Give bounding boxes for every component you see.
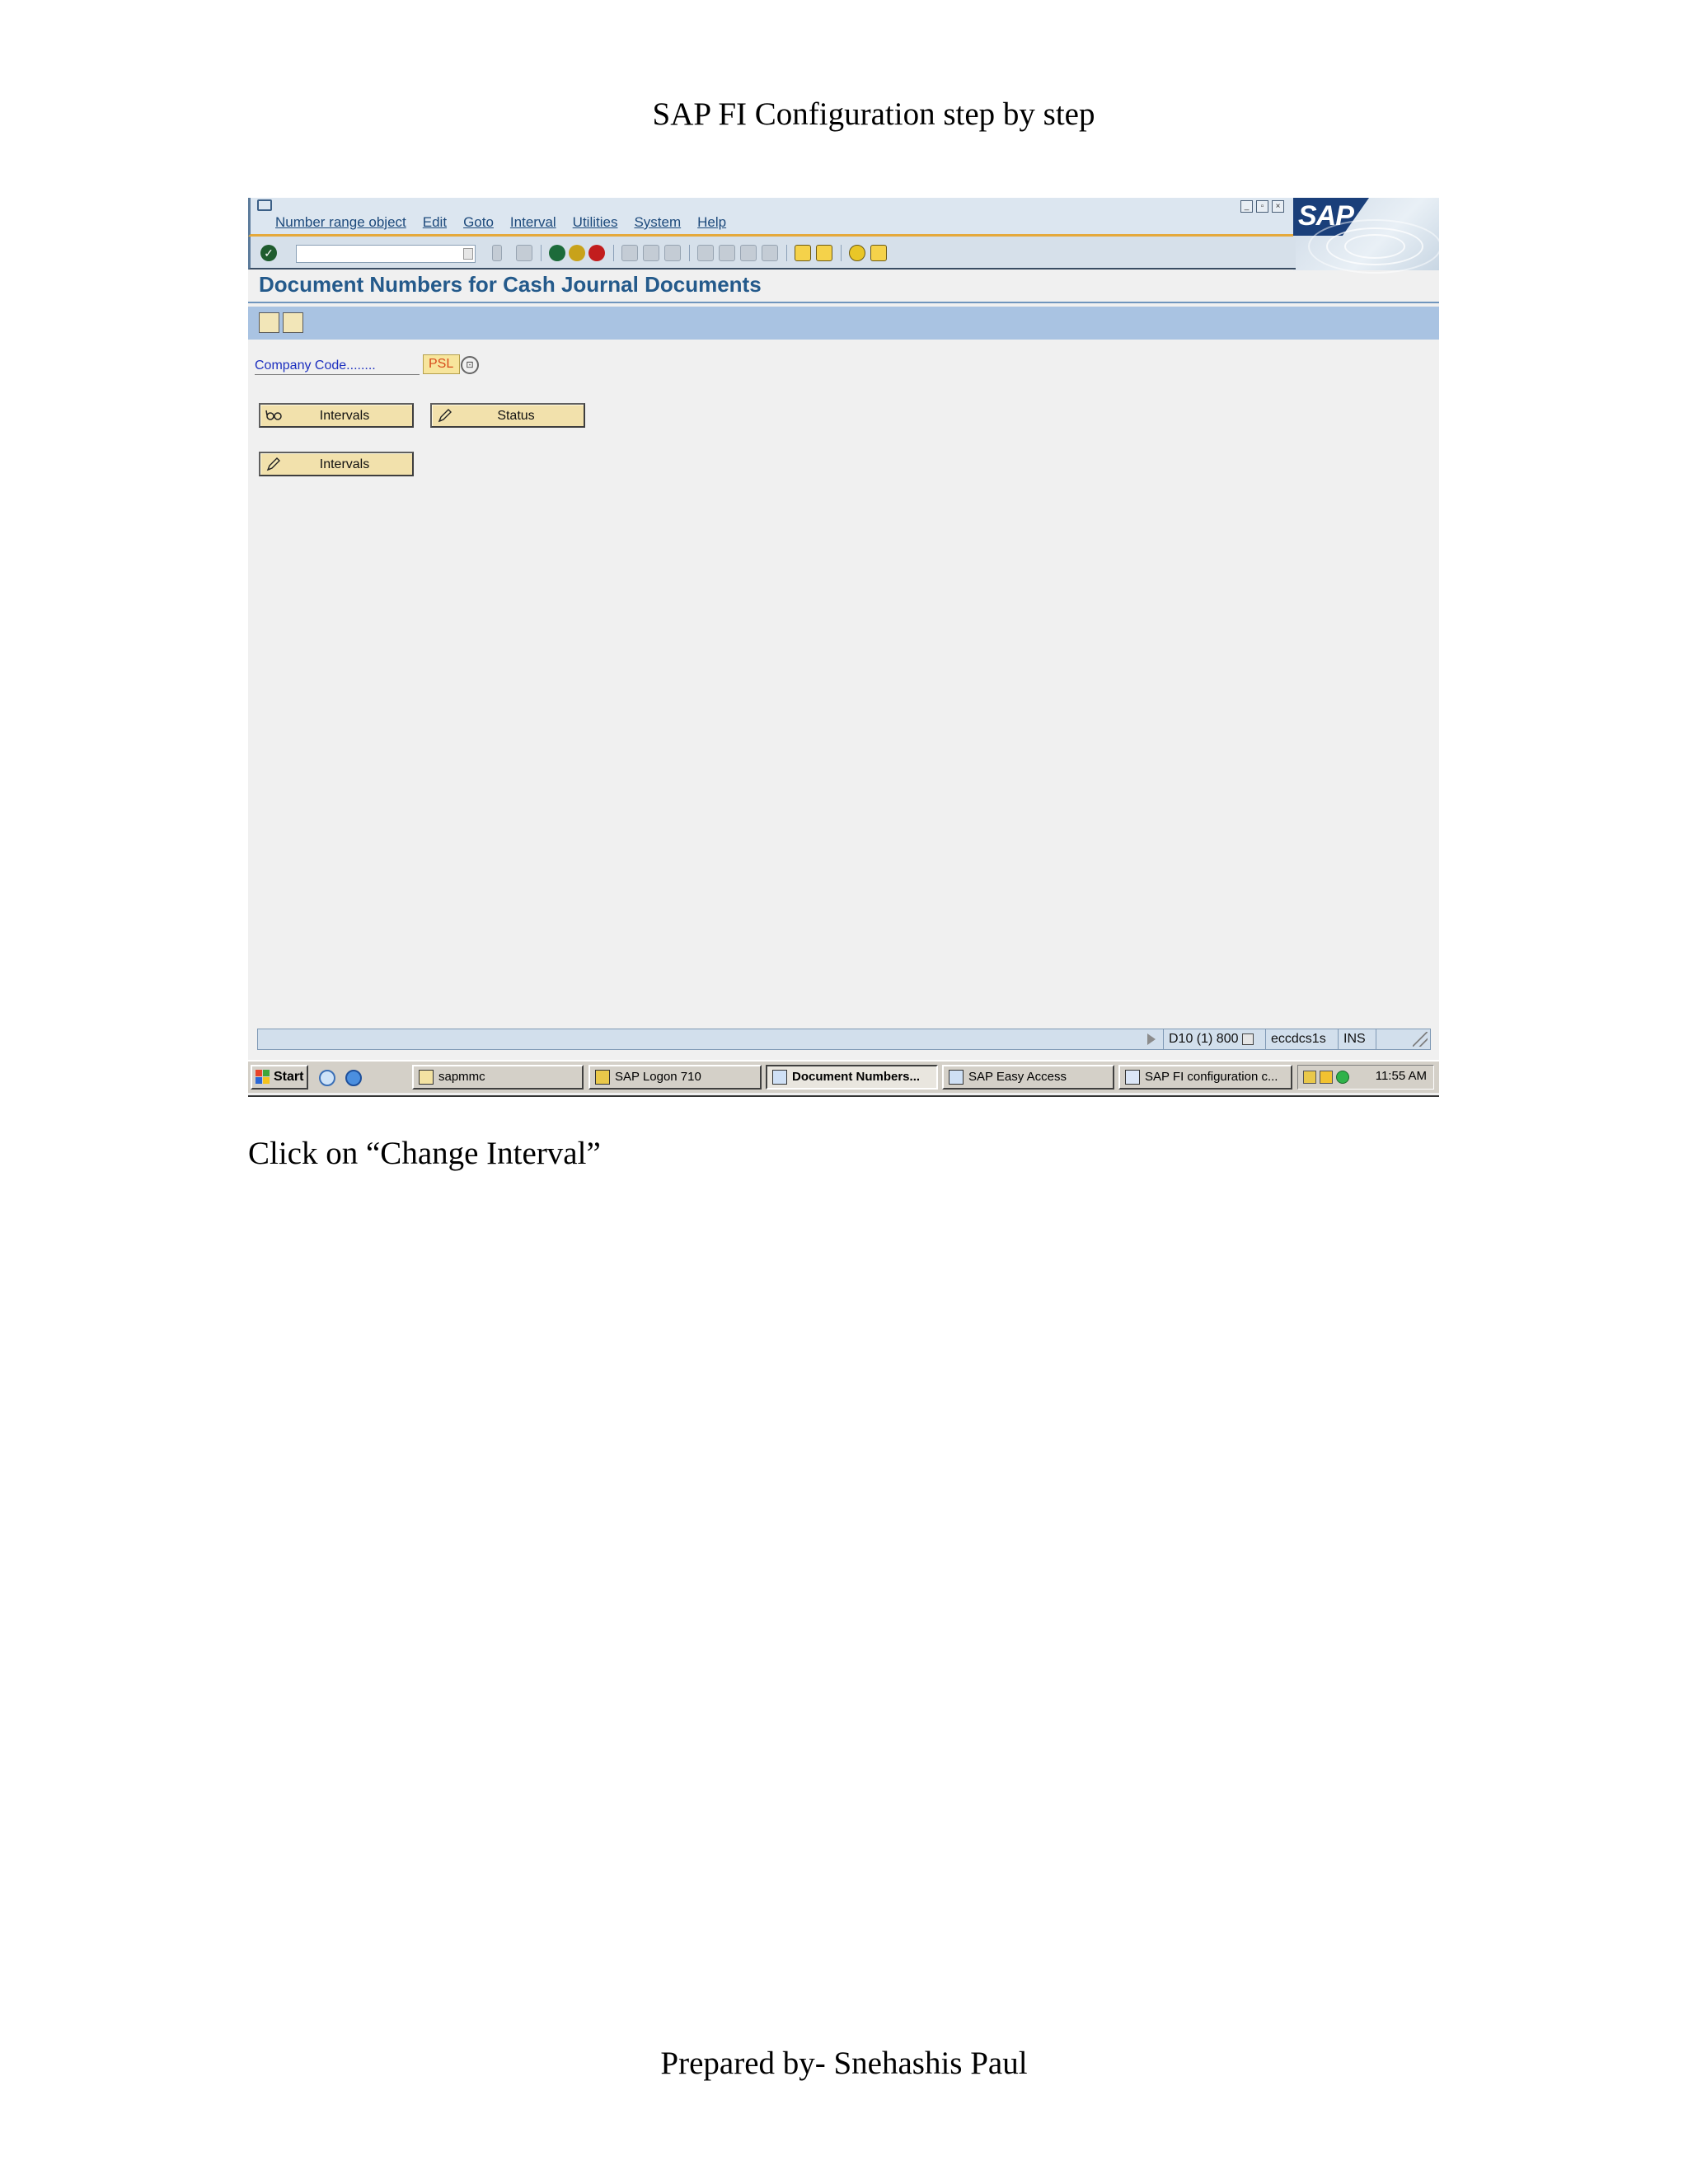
menu-goto[interactable]: Goto (463, 214, 494, 231)
task-sap-easy-access-label: SAP Easy Access (968, 1070, 1067, 1084)
close-button[interactable]: × (1272, 200, 1284, 213)
word-document-icon (1125, 1070, 1140, 1085)
status-bar: D10 (1) 800 eccdcs1s INS (257, 1029, 1431, 1050)
warning-tray-icon[interactable] (1320, 1071, 1333, 1084)
find-next-icon[interactable] (664, 245, 681, 261)
exit-icon[interactable] (569, 245, 585, 261)
enter-icon[interactable]: ✓ (260, 245, 277, 261)
start-label: Start (274, 1070, 304, 1084)
status-system: D10 (1) 800 (1169, 1032, 1239, 1046)
taskbar-clock: 11:55 AM (1375, 1069, 1427, 1083)
task-sap-fi-configuration[interactable]: SAP FI configuration c... (1118, 1065, 1292, 1090)
document-header: SAP FI Configuration step by step (652, 96, 1095, 132)
menu-bar: Number range object Edit Goto Interval U… (248, 198, 1439, 237)
start-button[interactable]: Start (251, 1065, 308, 1090)
menu-number-range-object[interactable]: Number range object (275, 214, 406, 231)
command-dropdown-icon[interactable] (463, 248, 473, 260)
create-session-icon[interactable] (795, 245, 811, 261)
task-document-numbers[interactable]: Document Numbers... (766, 1065, 938, 1090)
task-sap-logon[interactable]: SAP Logon 710 (588, 1065, 762, 1090)
network-tray-icon[interactable] (1336, 1071, 1349, 1084)
menu-system[interactable]: System (634, 214, 681, 231)
status-label: Status (497, 409, 535, 423)
save-icon[interactable] (516, 245, 532, 261)
company-code-input[interactable]: PSL (423, 354, 460, 374)
resize-grip-icon[interactable] (1413, 1032, 1428, 1047)
back-icon[interactable] (549, 245, 565, 261)
status-button[interactable]: Status (430, 403, 585, 428)
command-field[interactable] (296, 245, 476, 263)
document-footer: Prepared by- Snehashis Paul (660, 2046, 1028, 2081)
windows-logo-icon (256, 1070, 270, 1084)
task-sapmmc-label: sapmmc (438, 1070, 485, 1084)
collapse-arrow-icon[interactable] (492, 245, 502, 261)
change-intervals-button[interactable]: Intervals (259, 452, 414, 476)
cancel-icon[interactable] (588, 245, 605, 261)
copy-icon[interactable] (283, 312, 303, 333)
minimize-button[interactable]: _ (1240, 200, 1253, 213)
screen-title: Document Numbers for Cash Journal Docume… (259, 272, 762, 297)
status-server: eccdcs1s (1265, 1029, 1340, 1049)
sap-window-icon (949, 1070, 964, 1085)
windows-taskbar: Start sapmmc SAP Logon 710 Document Numb… (248, 1060, 1439, 1093)
internet-explorer-icon[interactable] (345, 1070, 362, 1086)
shortcut-icon[interactable] (816, 245, 832, 261)
company-code-label: Company Code........ (255, 359, 420, 375)
display-intervals-button[interactable]: Intervals (259, 403, 414, 428)
help-icon[interactable] (849, 245, 865, 261)
instruction-text: Click on “Change Interval” (248, 1136, 601, 1171)
change-intervals-label: Intervals (319, 457, 370, 471)
menu-edit[interactable]: Edit (423, 214, 447, 231)
maximize-button[interactable]: ▫ (1256, 200, 1268, 213)
display-intervals-label: Intervals (319, 409, 370, 423)
task-document-numbers-label: Document Numbers... (792, 1070, 921, 1084)
sap-tray-icon[interactable] (1303, 1071, 1316, 1084)
application-toolbar (248, 307, 1439, 340)
layout-menu-icon[interactable] (870, 245, 887, 261)
find-icon[interactable] (643, 245, 659, 261)
status-expand-icon[interactable] (1147, 1033, 1156, 1045)
print-icon[interactable] (621, 245, 638, 261)
possible-entries-icon[interactable]: ⊡ (461, 356, 479, 374)
system-info-icon[interactable] (1241, 1033, 1254, 1045)
menu-help[interactable]: Help (697, 214, 726, 231)
sapmmc-icon (419, 1070, 434, 1085)
menu-interval[interactable]: Interval (510, 214, 556, 231)
menu-utilities[interactable]: Utilities (573, 214, 618, 231)
display-person-icon[interactable] (259, 312, 279, 333)
title-divider (248, 302, 1439, 303)
system-tray: 11:55 AM (1297, 1065, 1434, 1090)
status-empty-cell (1376, 1029, 1411, 1049)
task-sapmmc[interactable]: sapmmc (412, 1065, 584, 1090)
standard-toolbar: ✓ (248, 237, 1296, 269)
last-page-icon[interactable] (762, 245, 778, 261)
show-desktop-icon[interactable] (319, 1070, 335, 1086)
system-menu-icon[interactable] (257, 199, 272, 211)
next-page-icon[interactable] (740, 245, 757, 261)
task-sap-fi-configuration-label: SAP FI configuration c... (1145, 1070, 1278, 1084)
task-sap-logon-label: SAP Logon 710 (615, 1070, 701, 1084)
sap-logo: SAP (1293, 198, 1439, 274)
sap-window-icon (772, 1070, 787, 1085)
previous-page-icon[interactable] (719, 245, 735, 261)
task-sap-easy-access[interactable]: SAP Easy Access (942, 1065, 1114, 1090)
status-mode: INS (1338, 1029, 1373, 1049)
sap-logon-icon (595, 1070, 610, 1085)
status-system-cell: D10 (1) 800 (1163, 1029, 1274, 1049)
sap-screenshot: Number range object Edit Goto Interval U… (248, 198, 1439, 1097)
first-page-icon[interactable] (697, 245, 714, 261)
